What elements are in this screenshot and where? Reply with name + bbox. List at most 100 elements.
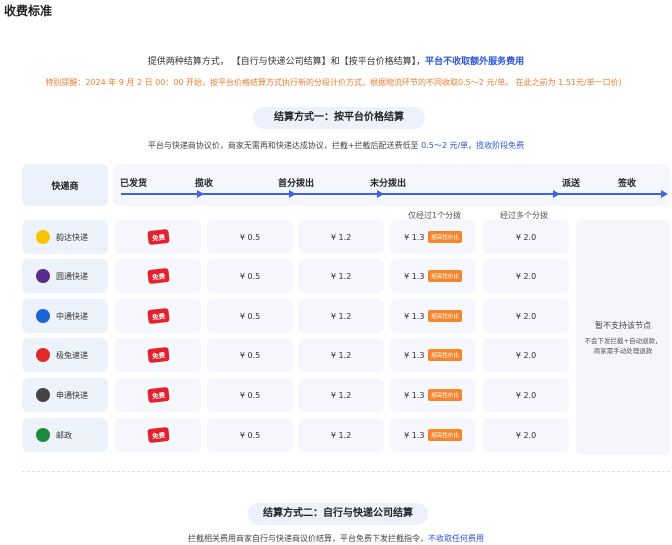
pickup-fee-cell: 免费 [115,299,201,333]
first-sort-fee-cell: ¥ 0.5 [207,299,293,333]
carrier-name: 韵达快递 [56,232,88,242]
unsupported-line2: 商家需手动处理退款 [593,346,653,355]
first-sort-fee-cell: ¥ 0.5 [207,418,293,452]
free-badge: 免费 [146,346,170,364]
first-sort-fee-cell: ¥ 0.5 [207,378,293,412]
price-value: ¥ 1.2 [330,232,352,242]
last-sort-fee-cell: ¥ 1.2 [298,378,384,412]
carrier-cell: 中通快递 [22,299,108,333]
unsupported-title: 暂不支持该节点 [595,320,651,330]
free-badge: 免费 [146,307,170,325]
price-value: ¥ 1.3 [404,390,425,400]
price-value: ¥ 1.3 [404,350,425,360]
multi-sort-fee-cell: ¥ 2.0 [483,299,569,333]
price-value: ¥ 2.0 [515,311,537,321]
carrier-name: 申通快递 [56,390,88,400]
free-badge: 免费 [146,267,170,285]
price-value: ¥ 2.0 [515,232,537,242]
stage-signed: 签收 [618,179,637,189]
value-tag-badge: 超高性价比 [428,389,462,401]
pickup-fee-cell: 免费 [115,220,201,254]
youzheng-logo-icon [36,428,50,442]
special-notice: 特别提醒：2024 年 9 月 2 日 00：00 开始，按平台价格结算方式执行… [45,78,627,87]
carrier-cell: 申通快递 [22,378,108,412]
stage-last-sort: 末分拨出 [370,179,407,189]
price-value: ¥ 0.5 [239,232,261,242]
stage-delivery: 派送 [562,179,581,189]
intro-plain: 提供两种结算方式， 【自行与快递公司结算】和【按平台价格结算】， [147,57,426,67]
first-sort-fee-cell: ¥ 0.5 [207,338,293,372]
price-value: ¥ 1.3 [404,271,425,281]
section2-desc-plain: 拦截相关费用商家自行与快递商议价结算，平台免费下发拦截指令， [188,534,428,543]
price-value: ¥ 1.2 [330,350,352,360]
price-value: ¥ 2.0 [515,430,537,440]
yuantong-logo-icon [36,269,50,283]
free-badge: 免费 [146,386,170,404]
section2-desc-free: 不收取任何费用 [428,534,484,543]
price-value: ¥ 1.3 [404,430,425,440]
single-sort-fee-cell: ¥ 1.3 超高性价比 [390,338,476,372]
carrier-name: 中通快递 [56,311,88,321]
carrier-name: 圆通快递 [56,271,88,281]
section2-title: 结算方式二：自行与快递公司结算 [248,503,428,525]
yunda-logo-icon [36,230,50,244]
stage-pickup: 揽收 [195,179,214,189]
multi-sort-fee-cell: ¥ 2.0 [483,259,569,293]
section1-desc: 平台与快递商协议价，商家无需再和快递达成协议，拦截+拦截后配送费低至 0.5～2… [0,140,672,151]
price-value: ¥ 1.3 [404,311,425,321]
page-title: 收费标准 [4,4,53,18]
multi-sort-fee-cell: ¥ 2.0 [483,220,569,254]
last-sort-fee-cell: ¥ 1.2 [298,299,384,333]
first-sort-fee-cell: ¥ 0.5 [207,220,293,254]
price-value: ¥ 1.2 [330,430,352,440]
carrier-cell: 圆通快递 [22,259,108,293]
stage-first-sort: 首分拨出 [278,179,315,189]
section1-desc-plain: 平台与快递商协议价，商家无需再和快递达成协议，拦截+拦截后配送费低至 [147,141,422,150]
pickup-fee-cell: 免费 [115,418,201,452]
price-value: ¥ 0.5 [239,430,261,440]
unsupported-node-panel: 暂不支持该节点 不会下发拦截+自动退款， 商家需手动处理退款 [576,220,670,455]
price-value: ¥ 2.0 [515,350,537,360]
carrier-name: 邮政 [56,430,72,440]
single-sort-fee-cell: ¥ 1.3 超高性价比 [390,299,476,333]
section-divider [22,471,670,472]
multi-sort-fee-cell: ¥ 2.0 [483,338,569,372]
free-badge: 免费 [146,426,170,444]
carrier-name: 极兔速递 [56,350,88,360]
pickup-fee-cell: 免费 [115,338,201,372]
price-value: ¥ 1.2 [330,311,352,321]
price-value: ¥ 0.5 [239,311,261,321]
value-tag-badge: 超高性价比 [428,349,462,361]
price-value: ¥ 0.5 [239,350,261,360]
last-sort-fee-cell: ¥ 1.2 [298,220,384,254]
unsupported-line1: 不会下发拦截+自动退款， [584,336,662,345]
price-value: ¥ 2.0 [515,271,537,281]
price-value: ¥ 0.5 [239,390,261,400]
carrier-cell: 邮政 [22,418,108,452]
last-sort-fee-cell: ¥ 1.2 [298,418,384,452]
intro-highlight: 平台不收取额外服务费用 [425,57,525,67]
section1-title: 结算方式一：按平台价格结算 [253,107,425,129]
first-sort-fee-cell: ¥ 0.5 [207,259,293,293]
value-tag-badge: 超高性价比 [428,231,462,243]
shentong-logo-icon [36,388,50,402]
single-sort-fee-cell: ¥ 1.3 超高性价比 [390,220,476,254]
single-sort-fee-cell: ¥ 1.3 超高性价比 [390,259,476,293]
section1-desc-price: 0.5～2 元/单 [421,141,469,150]
pickup-fee-cell: 免费 [115,378,201,412]
multi-sort-fee-cell: ¥ 2.0 [483,418,569,452]
section1-desc-free: 揽收阶段免费 [476,141,525,150]
multi-sort-fee-cell: ¥ 2.0 [483,378,569,412]
section2-desc: 拦截相关费用商家自行与快递商议价结算，平台免费下发拦截指令，不收取任何费用 [0,533,672,544]
single-sort-fee-cell: ¥ 1.3 超高性价比 [390,418,476,452]
carrier-cell: 极兔速递 [22,338,108,372]
zhongtong-logo-icon [36,309,50,323]
stage-shipped: 已发货 [120,179,148,189]
last-sort-fee-cell: ¥ 1.2 [298,338,384,372]
intro-text: 提供两种结算方式， 【自行与快递公司结算】和【按平台价格结算】，平台不收取额外服… [0,54,672,67]
free-badge: 免费 [146,228,170,246]
jitu-logo-icon [36,348,50,362]
value-tag-badge: 超高性价比 [428,270,462,282]
price-value: ¥ 1.2 [330,390,352,400]
price-value: ¥ 0.5 [239,271,261,281]
